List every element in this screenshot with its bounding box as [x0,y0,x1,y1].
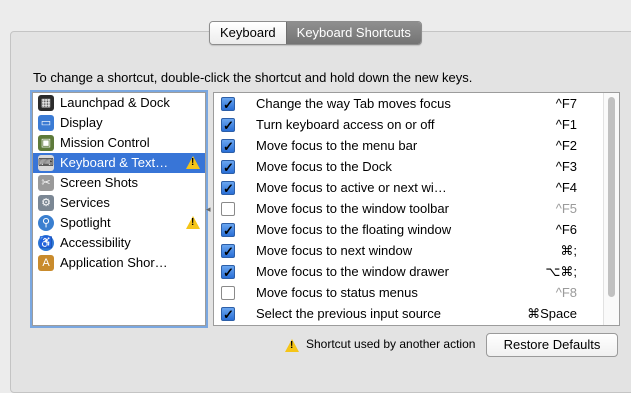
shortcuts-table[interactable]: Change the way Tab moves focus ^F7 Turn … [213,92,620,326]
sidebar-item-screen-shots[interactable]: ✂ Screen Shots [33,173,205,193]
sidebar-item-launchpad-dock[interactable]: ▦ Launchpad & Dock [33,93,205,113]
shortcut-keys[interactable]: ^F8 [556,282,577,303]
sidebar-item-keyboard-text[interactable]: ⌨ Keyboard & Text… [33,153,205,173]
shortcut-keys[interactable]: ⌘; [560,240,577,261]
shortcut-row[interactable]: Move focus to the window drawer ⌥⌘; [214,261,619,283]
shortcut-row[interactable]: Move focus to the floating window ^F6 [214,219,619,241]
shortcut-row[interactable]: Select the previous input source ⌘Space [214,303,619,325]
shortcut-row[interactable]: Move focus to status menus ^F8 [214,282,619,303]
mission-control-icon: ▣ [38,135,54,151]
sidebar-item-label: Application Shor… [60,255,168,270]
sidebar-item-label: Keyboard & Text… [60,155,169,170]
shortcut-keys[interactable]: ^F1 [556,114,577,135]
shortcut-action: Move focus to the window drawer [256,264,449,279]
gear-icon: ⚙ [38,195,54,211]
shortcut-row[interactable]: Change the way Tab moves focus ^F7 [214,93,619,115]
shortcut-row[interactable]: Turn keyboard access on or off ^F1 [214,114,619,136]
shortcut-action: Move focus to the floating window [256,222,452,237]
tab-keyboard-shortcuts[interactable]: Keyboard Shortcuts [285,22,421,44]
tab-keyboard[interactable]: Keyboard [210,22,286,44]
shortcut-action: Move focus to the menu bar [256,138,418,153]
keyboard-icon: ⌨ [38,155,54,171]
shortcut-action: Turn keyboard access on or off [256,117,435,132]
shortcut-row[interactable]: Move focus to the menu bar ^F2 [214,135,619,157]
screenshot-icon: ✂ [38,175,54,191]
shortcut-row[interactable]: Move focus to active or next wi… ^F4 [214,177,619,199]
enable-checkbox[interactable] [221,157,235,178]
shortcut-keys[interactable]: ^F6 [556,219,577,240]
category-list[interactable]: ▦ Launchpad & Dock ▭ Display ▣ Mission C… [32,92,206,326]
display-icon: ▭ [38,115,54,131]
enable-checkbox[interactable] [221,94,235,115]
shortcut-action: Move focus to the Dock [256,159,392,174]
shortcut-action: Move focus to next window [256,243,413,258]
shortcut-action: Change the way Tab moves focus [256,96,451,111]
enable-checkbox[interactable] [221,262,235,283]
vertical-scrollbar[interactable] [603,93,619,325]
sidebar-item-label: Launchpad & Dock [60,95,170,110]
enable-checkbox[interactable] [221,241,235,262]
shortcut-keys[interactable]: ⌥⌘; [545,261,577,282]
sidebar-item-application-shortcuts[interactable]: A Application Shor… [33,253,205,273]
conflict-note: Shortcut used by another action [306,337,476,351]
sidebar-item-display[interactable]: ▭ Display [33,113,205,133]
shortcut-keys[interactable]: ^F2 [556,135,577,156]
split-view-handle[interactable]: ◂ [206,204,211,215]
warning-icon [285,339,299,352]
launchpad-icon: ▦ [38,95,54,111]
shortcut-keys[interactable]: ^F7 [556,93,577,114]
warning-icon [186,156,200,169]
shortcut-action: Move focus to the window toolbar [256,201,449,216]
shortcut-row[interactable]: Move focus to next window ⌘; [214,240,619,262]
warning-icon [186,216,200,229]
tab-bar: Keyboard Keyboard Shortcuts [209,21,422,45]
sidebar-item-label: Accessibility [60,235,131,250]
sidebar-item-label: Mission Control [60,135,150,150]
sidebar-item-services[interactable]: ⚙ Services [33,193,205,213]
shortcut-keys[interactable]: ^F3 [556,156,577,177]
sidebar-item-label: Screen Shots [60,175,139,190]
sidebar-item-mission-control[interactable]: ▣ Mission Control [33,133,205,153]
shortcut-action: Move focus to active or next wi… [256,180,447,195]
instruction-text: To change a shortcut, double-click the s… [33,70,473,85]
app-shortcuts-icon: A [38,255,54,271]
enable-checkbox[interactable] [221,286,235,300]
shortcut-row[interactable]: Move focus to the window toolbar ^F5 [214,198,619,219]
enable-checkbox[interactable] [221,178,235,199]
enable-checkbox[interactable] [221,202,235,216]
shortcut-action: Move focus to status menus [256,285,418,300]
shortcut-keys[interactable]: ⌘Space [527,303,577,324]
shortcut-keys[interactable]: ^F4 [556,177,577,198]
scrollbar-thumb[interactable] [608,97,615,297]
sidebar-item-label: Display [60,115,103,130]
enable-checkbox[interactable] [221,136,235,157]
accessibility-icon: ♿ [38,235,54,251]
sidebar-item-spotlight[interactable]: ⚲ Spotlight [33,213,205,233]
restore-defaults-button[interactable]: Restore Defaults [486,333,618,357]
enable-checkbox[interactable] [221,220,235,241]
shortcut-row[interactable]: Move focus to the Dock ^F3 [214,156,619,178]
shortcut-keys[interactable]: ^F5 [556,198,577,219]
sidebar-item-label: Services [60,195,110,210]
enable-checkbox[interactable] [221,115,235,136]
shortcut-action: Select the previous input source [256,306,441,321]
sidebar-item-label: Spotlight [60,215,111,230]
enable-checkbox[interactable] [221,304,235,325]
sidebar-item-accessibility[interactable]: ♿ Accessibility [33,233,205,253]
spotlight-icon: ⚲ [38,215,54,231]
